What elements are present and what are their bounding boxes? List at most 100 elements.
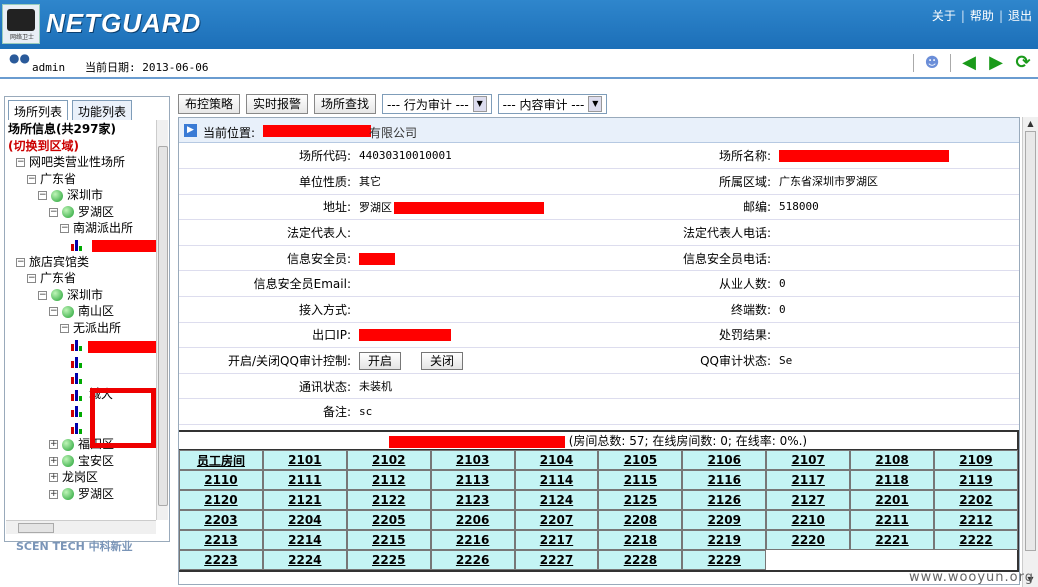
user-icon[interactable]: ☻ <box>923 54 941 72</box>
room-cell[interactable]: 2218 <box>598 530 683 550</box>
tree-node[interactable]: − 南山区 <box>6 303 156 320</box>
room-cell[interactable]: 2226 <box>430 550 515 570</box>
tab-function-list[interactable]: 功能列表 <box>72 100 133 122</box>
expand-icon[interactable]: + <box>49 473 58 483</box>
staff-room-cell[interactable]: 员工房间 <box>179 450 263 470</box>
room-cell[interactable]: 2227 <box>514 550 599 570</box>
tree-horizontal-scrollbar[interactable] <box>6 520 156 534</box>
tree-node[interactable]: − 南湖派出所 <box>6 220 156 237</box>
expand-icon[interactable]: + <box>49 456 58 466</box>
room-cell[interactable]: 2225 <box>346 550 431 570</box>
collapse-icon[interactable]: − <box>38 290 47 300</box>
tree-node[interactable]: − 深圳市 <box>6 187 156 204</box>
room-cell[interactable]: 2208 <box>598 510 683 530</box>
room-cell[interactable]: 2119 <box>934 470 1018 490</box>
room-cell[interactable]: 2117 <box>766 470 851 490</box>
collapse-icon[interactable]: − <box>60 224 69 234</box>
logout-link[interactable]: 退出 <box>1008 9 1032 23</box>
tree-node[interactable]: + 宝安区 <box>6 453 156 470</box>
help-link[interactable]: 帮助 <box>970 9 994 23</box>
tree-node[interactable]: − 广东省 <box>6 171 156 188</box>
room-cell[interactable]: 2214 <box>262 530 347 550</box>
collapse-icon[interactable]: − <box>16 257 25 267</box>
room-cell[interactable]: 2209 <box>682 510 767 530</box>
room-cell[interactable]: 2105 <box>598 450 683 470</box>
room-cell[interactable]: 2224 <box>262 550 347 570</box>
tree-node[interactable]: + 龙岗区 <box>6 469 156 486</box>
room-cell[interactable]: 2110 <box>179 470 263 490</box>
room-cell[interactable]: 2125 <box>598 490 683 510</box>
room-cell[interactable]: 2107 <box>766 450 851 470</box>
room-cell[interactable]: 2127 <box>766 490 851 510</box>
content-audit-select[interactable]: --- 内容审计 --- ▼ <box>497 94 608 114</box>
room-cell[interactable]: 2109 <box>934 450 1018 470</box>
room-cell[interactable]: 2123 <box>430 490 515 510</box>
policy-button[interactable]: 布控策略 <box>178 94 241 114</box>
tab-site-list[interactable]: 场所列表 <box>8 100 69 122</box>
room-cell[interactable]: 2121 <box>262 490 347 510</box>
tree-node[interactable]: − 无派出所 <box>6 320 156 337</box>
room-cell[interactable]: 2221 <box>850 530 935 550</box>
room-cell[interactable]: 2212 <box>934 510 1018 530</box>
room-cell[interactable]: 2113 <box>430 470 515 490</box>
content-vertical-scrollbar[interactable]: ▲ ▼ <box>1022 117 1038 587</box>
behavior-audit-select[interactable]: --- 行为审计 --- ▼ <box>382 94 492 114</box>
room-cell[interactable]: 2217 <box>514 530 599 550</box>
room-cell[interactable]: 2220 <box>766 530 851 550</box>
room-cell[interactable]: 2101 <box>262 450 347 470</box>
room-cell[interactable]: 2215 <box>346 530 431 550</box>
room-cell[interactable]: 2204 <box>262 510 347 530</box>
room-cell[interactable]: 2222 <box>934 530 1018 550</box>
qq-audit-close-button[interactable]: 关闭 <box>421 352 464 371</box>
room-cell[interactable]: 2211 <box>850 510 935 530</box>
room-cell[interactable]: 2112 <box>346 470 431 490</box>
room-cell[interactable]: 2116 <box>682 470 767 490</box>
room-cell[interactable]: 2106 <box>682 450 767 470</box>
room-cell[interactable]: 2115 <box>598 470 683 490</box>
room-cell[interactable]: 2114 <box>514 470 599 490</box>
room-cell[interactable]: 2203 <box>179 510 263 530</box>
collapse-icon[interactable]: − <box>16 158 25 167</box>
tree-node[interactable]: − 深圳市 <box>6 287 156 304</box>
expand-icon[interactable]: + <box>49 489 58 499</box>
room-cell[interactable]: 2219 <box>682 530 767 550</box>
room-cell[interactable]: 2108 <box>850 450 935 470</box>
scroll-up-icon[interactable]: ▲ <box>1024 117 1037 131</box>
tree-node[interactable]: − 网吧类营业性场所 <box>6 154 156 171</box>
room-cell[interactable]: 2207 <box>514 510 599 530</box>
room-cell[interactable]: 2228 <box>598 550 683 570</box>
collapse-icon[interactable]: − <box>49 307 58 317</box>
room-cell[interactable]: 2213 <box>179 530 263 550</box>
tree-node[interactable]: − 广东省 <box>6 270 156 287</box>
room-cell[interactable]: 2216 <box>430 530 515 550</box>
collapse-icon[interactable]: − <box>27 174 36 184</box>
room-cell[interactable]: 2210 <box>766 510 851 530</box>
room-cell[interactable]: 2120 <box>179 490 263 510</box>
room-cell[interactable]: 2229 <box>682 550 767 570</box>
room-cell[interactable]: 2124 <box>514 490 599 510</box>
switch-region-link[interactable]: (切换到区域) <box>6 137 156 154</box>
room-cell[interactable]: 2201 <box>850 490 935 510</box>
room-cell[interactable]: 2223 <box>179 550 263 570</box>
refresh-icon[interactable]: ⟳ <box>1014 54 1032 72</box>
room-cell[interactable]: 2102 <box>346 450 431 470</box>
site-search-button[interactable]: 场所查找 <box>314 94 377 114</box>
collapse-icon[interactable]: − <box>27 274 36 284</box>
room-cell[interactable]: 2118 <box>850 470 935 490</box>
room-cell[interactable]: 2126 <box>682 490 767 510</box>
about-link[interactable]: 关于 <box>932 9 956 23</box>
room-cell[interactable]: 2103 <box>430 450 515 470</box>
room-cell[interactable]: 2104 <box>514 450 599 470</box>
collapse-icon[interactable]: − <box>49 207 58 217</box>
room-cell[interactable]: 2205 <box>346 510 431 530</box>
room-cell[interactable]: 2122 <box>346 490 431 510</box>
tree-node[interactable]: − 旅店宾馆类 <box>6 254 156 271</box>
tree-node[interactable]: + 罗湖区 <box>6 486 156 503</box>
collapse-icon[interactable]: − <box>60 323 69 333</box>
qq-audit-open-button[interactable]: 开启 <box>359 352 402 371</box>
forward-arrow-icon[interactable]: ▶ <box>987 54 1005 72</box>
tree-node[interactable] <box>6 370 156 387</box>
tree-node[interactable] <box>6 353 156 370</box>
expand-icon[interactable]: + <box>49 440 58 450</box>
tree-vertical-scrollbar[interactable] <box>156 120 168 520</box>
